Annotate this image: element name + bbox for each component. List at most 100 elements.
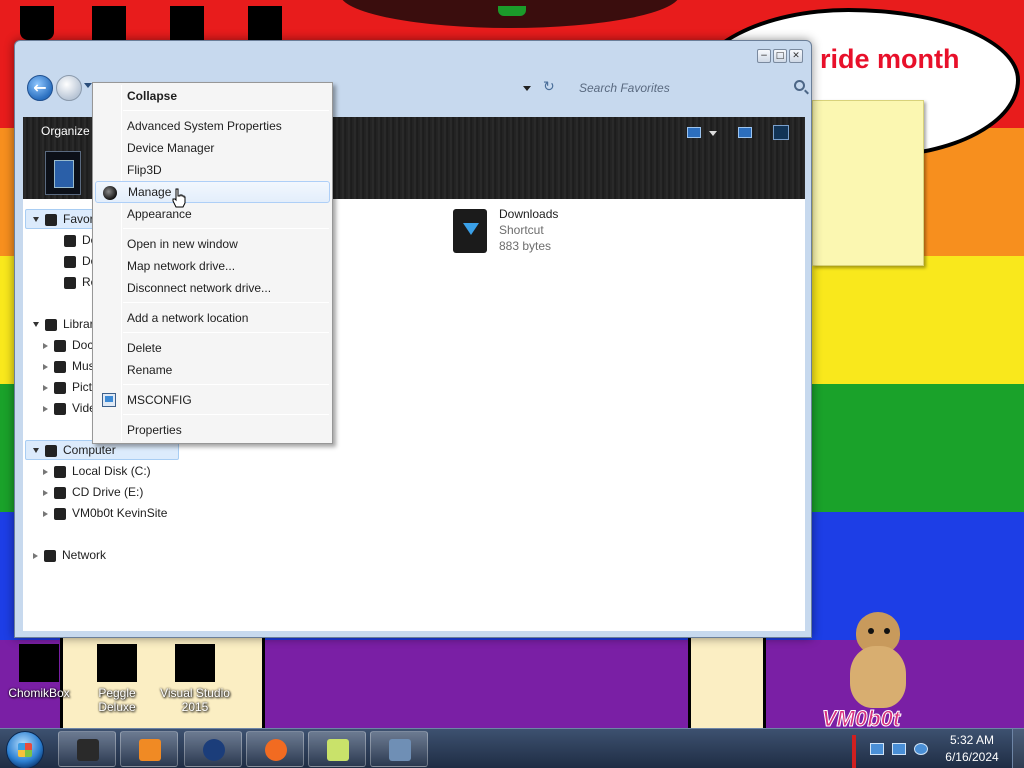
expanded-chevron-icon[interactable] bbox=[33, 448, 39, 454]
search-input[interactable] bbox=[569, 75, 813, 101]
network-taskbar-button[interactable] bbox=[370, 731, 428, 767]
context-menu-separator bbox=[123, 302, 329, 303]
collapsed-chevron-icon[interactable] bbox=[43, 363, 48, 370]
speech-bubble-text: ride month bbox=[820, 44, 960, 74]
tree-item[interactable]: VM0b0t KevinSite bbox=[43, 503, 167, 523]
tray-network-icon[interactable] bbox=[870, 743, 884, 755]
forward-button[interactable] bbox=[56, 75, 82, 101]
view-options-chevron-icon[interactable] bbox=[709, 131, 717, 136]
context-menu-separator bbox=[123, 228, 329, 229]
desktop-app-icon[interactable] bbox=[170, 6, 204, 40]
expanded-chevron-icon[interactable] bbox=[33, 322, 39, 328]
tree-item[interactable]: Network bbox=[33, 545, 106, 565]
organize-button[interactable]: Organize bbox=[41, 124, 90, 138]
videos-icon bbox=[54, 402, 66, 415]
pictures-icon bbox=[54, 381, 66, 394]
toolbar-thumbnail-icon[interactable] bbox=[45, 151, 81, 195]
file-item-downloads[interactable]: Downloads Shortcut 883 bytes bbox=[453, 207, 653, 259]
recent-pages-chevron-icon[interactable] bbox=[84, 83, 92, 88]
context-menu-item-delete[interactable]: Delete bbox=[95, 337, 330, 359]
start-button[interactable] bbox=[6, 731, 44, 768]
context-menu-item-label: Advanced System Properties bbox=[127, 119, 282, 133]
context-menu-item-flip3d[interactable]: Flip3D bbox=[95, 159, 330, 181]
collapsed-chevron-icon[interactable] bbox=[43, 384, 48, 391]
context-menu-item-msconfig[interactable]: MSCONFIG bbox=[95, 389, 330, 411]
explorer-icon bbox=[77, 739, 99, 761]
music-icon bbox=[54, 360, 66, 373]
context-menu-item-label: Appearance bbox=[127, 207, 192, 221]
context-menu-item-advanced-system-properties[interactable]: Advanced System Properties bbox=[95, 115, 330, 137]
hamster-image bbox=[848, 612, 910, 708]
sticky-notes-taskbar-button[interactable] bbox=[308, 731, 366, 767]
globe-taskbar-button[interactable] bbox=[184, 731, 242, 767]
refresh-icon[interactable]: ↻ bbox=[543, 79, 555, 95]
context-menu-separator bbox=[123, 414, 329, 415]
context-menu-item-label: MSCONFIG bbox=[127, 393, 192, 407]
context-menu-item-properties[interactable]: Properties bbox=[95, 419, 330, 441]
collapsed-chevron-icon[interactable] bbox=[43, 489, 48, 496]
change-view-icon[interactable] bbox=[687, 127, 701, 138]
tree-item-label: VM0b0t KevinSite bbox=[72, 506, 168, 520]
expanded-chevron-icon[interactable] bbox=[33, 217, 39, 223]
context-menu-item-add-a-network-location[interactable]: Add a network location bbox=[95, 307, 330, 329]
context-menu-separator bbox=[123, 110, 329, 111]
search-icon[interactable] bbox=[794, 80, 805, 91]
desktop-shortcut-visual-studio[interactable]: Visual Studio 2015 bbox=[156, 644, 234, 714]
desktop-folder-icon[interactable] bbox=[92, 6, 126, 40]
explorer-taskbar-button[interactable] bbox=[58, 731, 116, 767]
clock-time[interactable]: 5:32 AM bbox=[946, 733, 998, 747]
recycle-bin-icon[interactable] bbox=[20, 6, 54, 40]
context-menu-item-manage[interactable]: Manage bbox=[95, 181, 330, 203]
context-menu-item-label: Map network drive... bbox=[127, 259, 236, 273]
context-menu-item-device-manager[interactable]: Device Manager bbox=[95, 137, 330, 159]
tray-volume-icon[interactable] bbox=[914, 743, 928, 755]
context-menu-item-rename[interactable]: Rename bbox=[95, 359, 330, 381]
back-button[interactable]: ← bbox=[27, 75, 53, 101]
collapsed-chevron-icon[interactable] bbox=[43, 468, 48, 475]
context-menu-separator bbox=[123, 332, 329, 333]
help-icon[interactable] bbox=[773, 125, 789, 140]
network-icon bbox=[389, 739, 411, 761]
visual-studio-icon bbox=[175, 644, 215, 682]
favorites-star-icon bbox=[45, 213, 57, 226]
sticky-note[interactable] bbox=[812, 100, 924, 266]
tree-item-label: Local Disk (C:) bbox=[72, 464, 151, 478]
firefox-taskbar-button[interactable] bbox=[246, 731, 304, 767]
tray-display-icon[interactable] bbox=[892, 743, 906, 755]
minimize-button[interactable]: − bbox=[757, 49, 771, 63]
context-menu-item-disconnect-network-drive[interactable]: Disconnect network drive... bbox=[95, 277, 330, 299]
maximize-button[interactable]: □ bbox=[773, 49, 787, 63]
desktop-shortcut-peggle[interactable]: Peggle Deluxe bbox=[78, 644, 156, 714]
tree-item[interactable]: CD Drive (E:) bbox=[43, 482, 143, 502]
collapsed-chevron-icon[interactable] bbox=[33, 552, 38, 559]
desktop-smiley-icon[interactable] bbox=[248, 6, 282, 40]
context-menu-item-label: Add a network location bbox=[127, 311, 249, 325]
show-desktop-button[interactable] bbox=[1012, 729, 1024, 768]
shortcut-download-icon bbox=[453, 209, 487, 253]
file-size: 883 bytes bbox=[499, 239, 552, 253]
context-menu-item-label: Flip3D bbox=[127, 163, 162, 177]
action-center-flag-icon[interactable] bbox=[852, 735, 856, 768]
taskbar bbox=[0, 728, 1024, 768]
recent-places-icon bbox=[64, 276, 76, 289]
context-menu-item-label: Manage bbox=[128, 185, 172, 199]
context-menu-item-map-network-drive[interactable]: Map network drive... bbox=[95, 255, 330, 277]
collapsed-chevron-icon[interactable] bbox=[43, 510, 48, 517]
clock-date[interactable]: 6/16/2024 bbox=[942, 750, 1002, 764]
address-dropdown-icon[interactable] bbox=[523, 86, 531, 91]
hand-cursor-icon bbox=[172, 188, 186, 208]
context-menu-item-open-in-new-window[interactable]: Open in new window bbox=[95, 233, 330, 255]
preview-pane-icon[interactable] bbox=[738, 127, 752, 138]
collapsed-chevron-icon[interactable] bbox=[43, 342, 48, 349]
context-menu-item-appearance[interactable]: Appearance bbox=[95, 203, 330, 225]
context-menu-item-label: Rename bbox=[127, 363, 173, 377]
context-menu-item-collapse[interactable]: Collapse bbox=[95, 85, 330, 107]
cd-drive-icon bbox=[54, 486, 66, 499]
tree-item[interactable]: Local Disk (C:) bbox=[43, 461, 151, 481]
firefox-icon bbox=[265, 739, 287, 761]
desktop-shortcut-chomikbox[interactable]: ChomikBox bbox=[0, 644, 78, 700]
wallpaper-cream-shape-right bbox=[688, 638, 766, 730]
media-player-taskbar-button[interactable] bbox=[120, 731, 178, 767]
close-button[interactable]: ✕ bbox=[789, 49, 803, 63]
collapsed-chevron-icon[interactable] bbox=[43, 405, 48, 412]
